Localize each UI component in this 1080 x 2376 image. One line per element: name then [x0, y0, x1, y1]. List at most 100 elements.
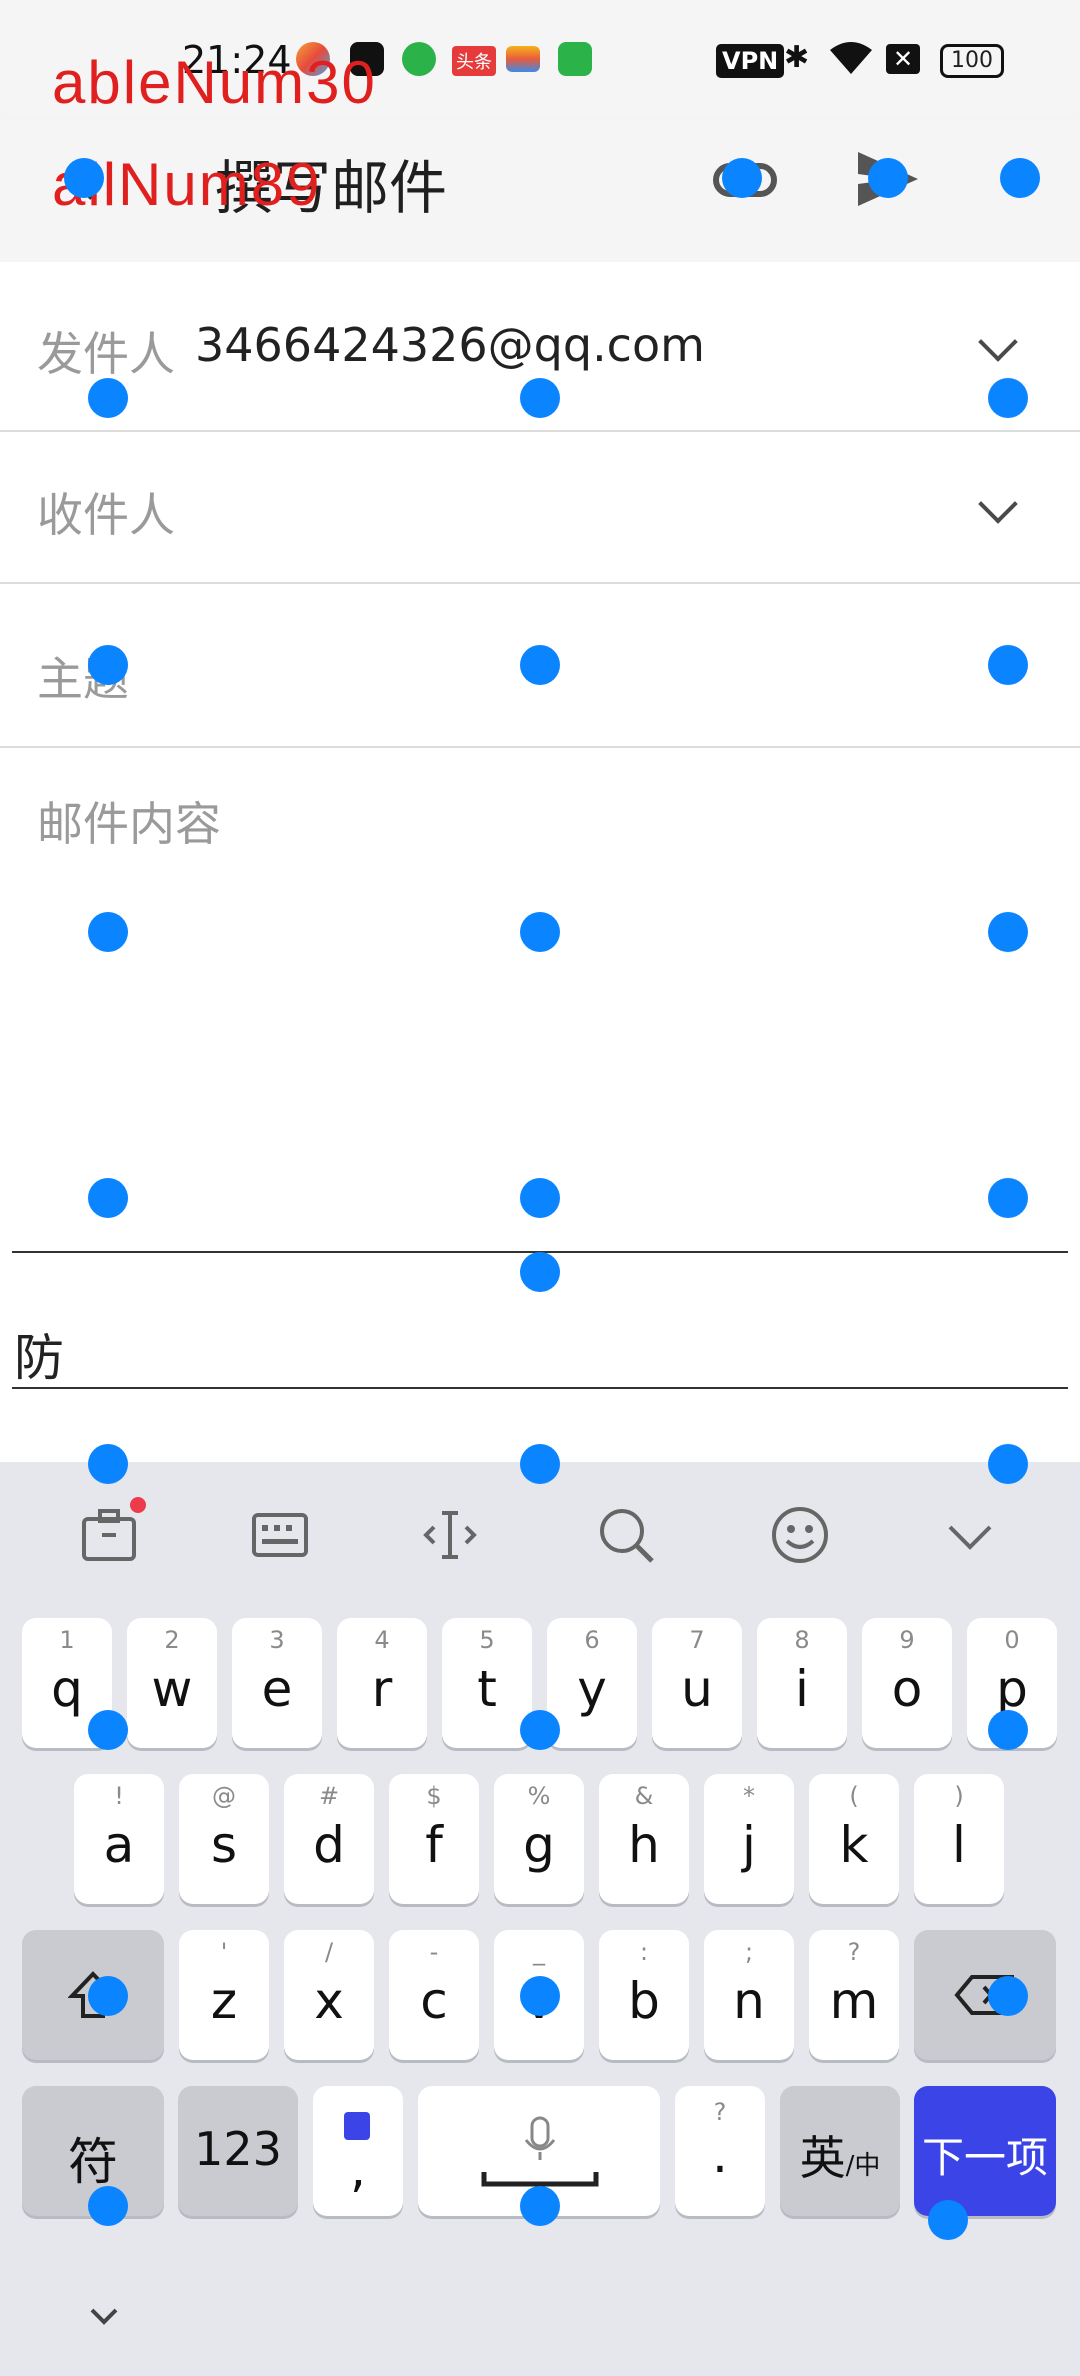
- marker-dot: [722, 158, 762, 198]
- key-hint: !: [114, 1782, 124, 1810]
- key-label: c: [420, 1972, 448, 2030]
- comma-key-label: ,: [350, 2140, 366, 2198]
- key-s[interactable]: @ s: [179, 1774, 269, 1904]
- marker-dot: [520, 912, 560, 952]
- marker-dot: [88, 912, 128, 952]
- language-switch-key[interactable]: 英/中: [780, 2086, 900, 2216]
- key-hint: %: [527, 1782, 551, 1810]
- marker-dot: [64, 158, 104, 198]
- key-label: i: [795, 1660, 809, 1718]
- key-g[interactable]: % g: [494, 1774, 584, 1904]
- key-hint: @: [212, 1782, 236, 1810]
- key-label: r: [371, 1660, 393, 1718]
- next-item-key[interactable]: 下一项: [914, 2086, 1056, 2216]
- key-k[interactable]: (k: [809, 1774, 899, 1904]
- key-t[interactable]: 5t: [442, 1618, 532, 1748]
- key-c[interactable]: -c: [389, 1930, 479, 2060]
- overlay-label-1: ableNum30: [52, 49, 377, 116]
- marker-dot: [520, 2186, 560, 2226]
- key-h[interactable]: & h: [599, 1774, 689, 1904]
- marker-dot: [520, 1710, 560, 1750]
- from-address: 3466424326@qq.com: [195, 318, 705, 372]
- toolbox-icon[interactable]: [80, 1497, 146, 1565]
- period-key[interactable]: ? .: [675, 2086, 765, 2216]
- next-item-key-label: 下一项: [921, 2133, 1048, 2182]
- bluetooth-icon: ✱: [784, 40, 810, 75]
- input-field[interactable]: 防: [14, 1318, 64, 1390]
- marker-dot: [988, 1178, 1028, 1218]
- search-icon[interactable]: [596, 1505, 656, 1565]
- cursor-icon[interactable]: [420, 1505, 480, 1565]
- input-bottom-border: [12, 1387, 1068, 1389]
- key-label: h: [628, 1816, 660, 1874]
- key-label: q: [51, 1660, 83, 1718]
- key-hint: 2: [164, 1626, 180, 1654]
- key-f[interactable]: $ f: [389, 1774, 479, 1904]
- marker-dot: [868, 158, 908, 198]
- key-a[interactable]: ! a: [74, 1774, 164, 1904]
- key-hint: 9: [899, 1626, 915, 1654]
- key-x[interactable]: / x: [284, 1930, 374, 2060]
- comma-key[interactable]: ,: [313, 2086, 403, 2216]
- key-hint: 6: [584, 1626, 600, 1654]
- marker-dot: [88, 1710, 128, 1750]
- vpn-badge: VPN: [716, 44, 785, 78]
- key-label: j: [742, 1816, 756, 1874]
- language-key-sub: /中: [845, 2151, 881, 2181]
- key-j[interactable]: * j: [704, 1774, 794, 1904]
- key-label: w: [151, 1660, 193, 1718]
- key-n[interactable]: ; n: [704, 1930, 794, 2060]
- collapse-keyboard-icon[interactable]: [940, 1505, 1000, 1565]
- key-label: d: [313, 1816, 345, 1874]
- marker-dot: [1000, 158, 1040, 198]
- key-label: s: [210, 1816, 238, 1874]
- key-label: t: [477, 1660, 497, 1718]
- marker-dot: [988, 1710, 1028, 1750]
- marker-dot: [988, 645, 1028, 685]
- key-b[interactable]: :b: [599, 1930, 689, 2060]
- hide-keyboard-icon[interactable]: [86, 2298, 122, 2334]
- key-d[interactable]: # d: [284, 1774, 374, 1904]
- marker-dot: [520, 1178, 560, 1218]
- key-hint: *: [743, 1782, 755, 1810]
- key-w[interactable]: 2w: [127, 1618, 217, 1748]
- key-hint: 4: [374, 1626, 390, 1654]
- key-hint: _: [533, 1938, 545, 1966]
- battery-level: 100: [951, 48, 993, 73]
- key-hint: :: [639, 1938, 649, 1966]
- key-hint: ': [220, 1938, 228, 1966]
- key-hint: $: [426, 1782, 442, 1810]
- numbers-key[interactable]: 123: [178, 2086, 298, 2216]
- key-label: g: [523, 1816, 555, 1874]
- key-l[interactable]: ) l: [914, 1774, 1004, 1904]
- key-hint: ): [954, 1782, 964, 1810]
- from-label: 发件人: [37, 327, 175, 381]
- key-y[interactable]: 6y: [547, 1618, 637, 1748]
- key-label: z: [210, 1972, 238, 2030]
- key-m[interactable]: ? m: [809, 1930, 899, 2060]
- key-e[interactable]: 3e: [232, 1618, 322, 1748]
- marker-dot: [520, 645, 560, 685]
- body-placeholder: 邮件内容: [37, 797, 221, 851]
- marker-dot: [88, 1444, 128, 1484]
- backspace-key[interactable]: [914, 1930, 1056, 2060]
- key-label: p: [996, 1660, 1028, 1718]
- key-hint: (: [849, 1782, 859, 1810]
- key-hint: 0: [1004, 1626, 1020, 1654]
- key-hint: -: [429, 1938, 439, 1966]
- key-hint: 8: [794, 1626, 810, 1654]
- marker-dot: [520, 1252, 560, 1292]
- key-label: u: [681, 1660, 713, 1718]
- key-label: f: [425, 1816, 443, 1874]
- key-o[interactable]: 9o: [862, 1618, 952, 1748]
- key-r[interactable]: 4r: [337, 1618, 427, 1748]
- key-i[interactable]: 8i: [757, 1618, 847, 1748]
- keyboard-icon[interactable]: [250, 1505, 310, 1565]
- key-hint: 1: [59, 1626, 75, 1654]
- key-z[interactable]: ' z: [179, 1930, 269, 2060]
- key-label: k: [839, 1816, 869, 1874]
- emoji-icon[interactable]: [770, 1505, 830, 1565]
- marker-dot: [88, 645, 128, 685]
- key-hint: /: [324, 1938, 334, 1966]
- key-u[interactable]: 7u: [652, 1618, 742, 1748]
